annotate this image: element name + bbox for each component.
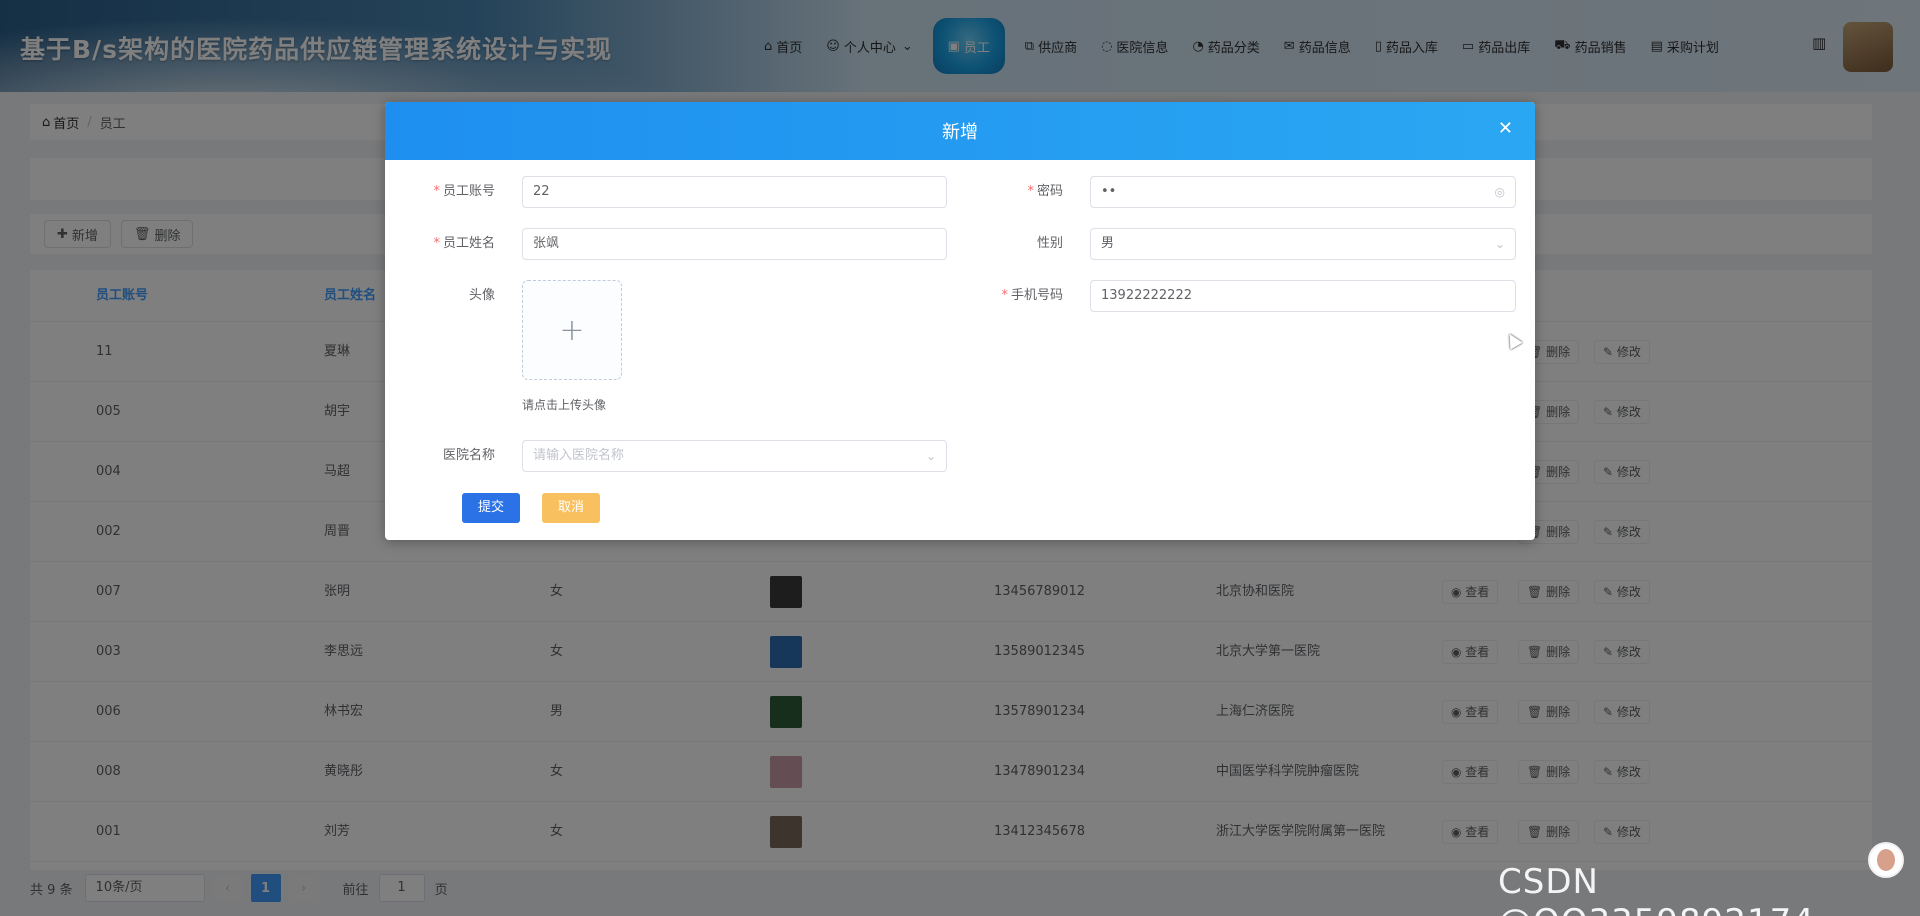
account-label: * 员工账号 — [433, 184, 495, 199]
password-label: * 密码 — [1027, 184, 1063, 199]
avatar-upload[interactable]: + — [522, 280, 622, 380]
hospital-select[interactable]: 请输入医院名称 ⌄ — [522, 440, 947, 472]
account-input[interactable]: 22 — [522, 176, 947, 208]
password-input[interactable]: •• ◎ — [1090, 176, 1516, 208]
phone-label: * 手机号码 — [1001, 288, 1063, 303]
phone-input[interactable]: 13922222222 — [1090, 280, 1516, 312]
name-label: * 员工姓名 — [433, 236, 495, 251]
add-staff-dialog: 新增 ✕ * 员工账号 22 * 密码 •• ◎ * 员工姓名 张飒 性别 男 ⌄ 头像 … — [385, 102, 1535, 540]
hospital-label: 医院名称 — [442, 448, 495, 463]
plus-icon: + — [559, 312, 585, 348]
chevron-down-icon: ⌄ — [925, 449, 936, 463]
gender-label: 性别 — [1036, 236, 1063, 251]
cancel-button[interactable]: 取消 — [542, 493, 600, 523]
name-input[interactable]: 张飒 — [522, 228, 947, 260]
dialog-title: 新增 — [942, 122, 978, 143]
submit-button[interactable]: 提交 — [462, 493, 520, 523]
avatar-label: 头像 — [468, 288, 495, 303]
avatar-upload-tip: 请点击上传头像 — [522, 398, 607, 412]
eye-icon[interactable]: ◎ — [1495, 177, 1505, 207]
chevron-down-icon: ⌄ — [1494, 237, 1505, 251]
watermark: CSDN @QQ3359892174 — [1498, 862, 1814, 916]
gender-select[interactable]: 男 ⌄ — [1090, 228, 1516, 260]
close-icon[interactable]: ✕ — [1498, 118, 1513, 139]
dialog-header: 新增 ✕ — [385, 102, 1535, 160]
